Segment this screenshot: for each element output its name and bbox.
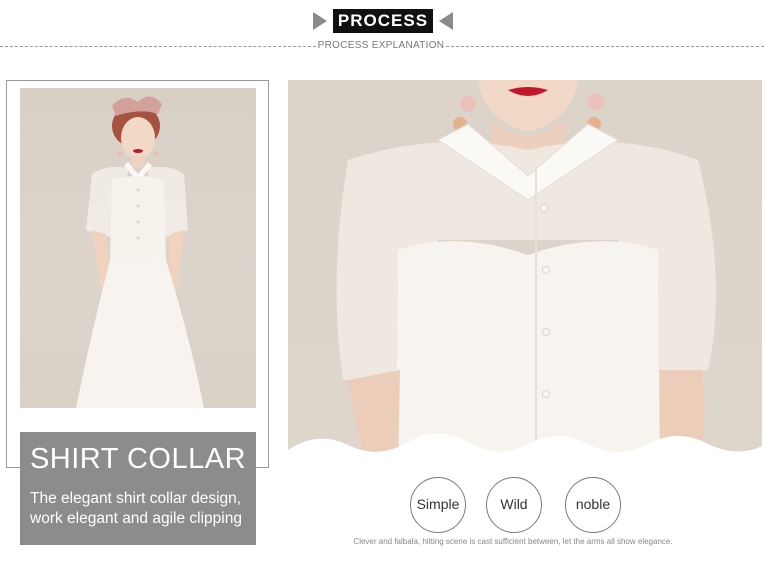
model-illustration: [76, 96, 204, 408]
feature-description-line: work elegant and agile clipping: [30, 510, 242, 527]
tag-noble: noble: [565, 477, 621, 533]
feature-caption-block: SHIRT COLLAR The elegant shirt collar de…: [20, 432, 256, 545]
footer-note: Clever and falbala, hitting scene is cas…: [353, 537, 673, 546]
divider-right: [446, 46, 764, 47]
tag-simple: Simple: [410, 477, 466, 533]
banner-left-wing: [313, 12, 327, 30]
model-full-body-photo: [20, 88, 256, 408]
feature-description-line: The elegant shirt collar design,: [30, 490, 242, 507]
product-detail-page: PROCESS PROCESS EXPLANATION SHIRT COLLAR…: [0, 0, 764, 566]
collar-closeup-illustration: [288, 80, 762, 475]
feature-description: The elegant shirt collar design, work el…: [30, 489, 256, 529]
feature-title: SHIRT COLLAR: [29, 443, 247, 475]
tag-wild: Wild: [486, 477, 542, 533]
divider-left: [0, 46, 316, 47]
banner-right-wing: [439, 12, 453, 30]
banner-subtitle: PROCESS EXPLANATION: [317, 40, 445, 51]
collar-closeup-photo: [288, 80, 762, 475]
process-banner: PROCESS: [313, 9, 453, 33]
feature-title-wrap: SHIRT COLLAR: [20, 432, 256, 486]
banner-title: PROCESS: [333, 9, 433, 33]
